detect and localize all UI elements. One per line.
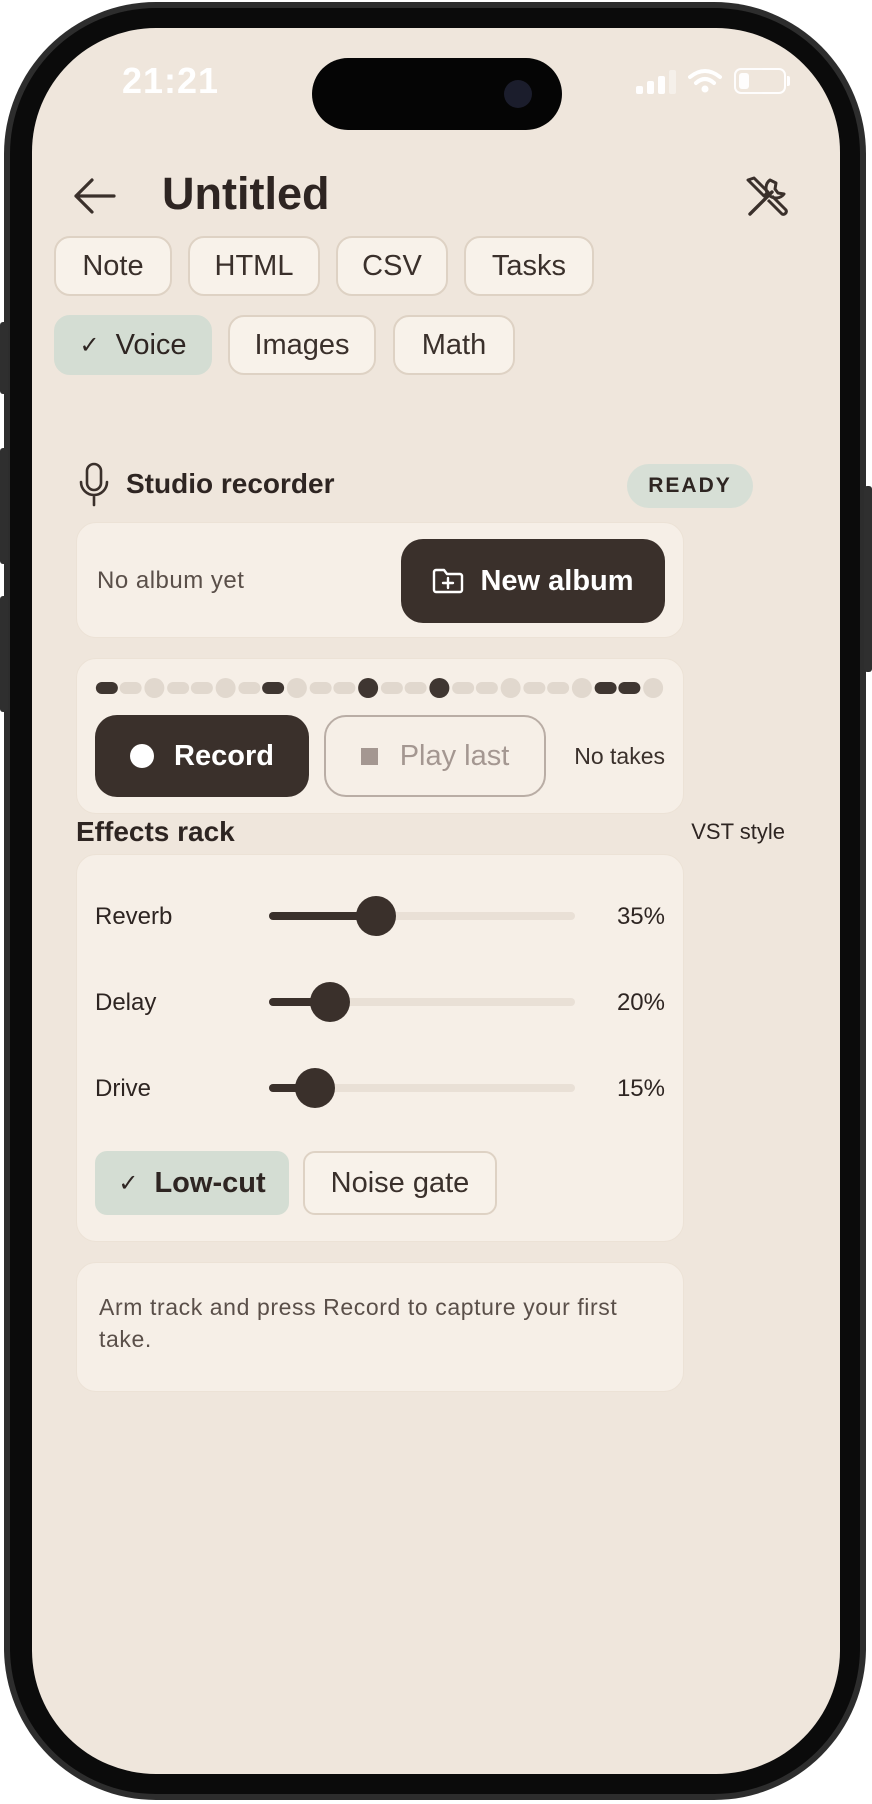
slider-label: Drive (95, 1075, 152, 1102)
wifi-icon (688, 69, 722, 93)
effects-title: Effects rack (76, 816, 235, 847)
effects-card: Reverb 35% Delay 20% Drive 15% ✓ Low-cut… (76, 854, 684, 1242)
tab-label: Voice (115, 328, 187, 361)
tab-label: HTML (214, 249, 294, 282)
battery-icon (734, 68, 790, 94)
new-album-button[interactable]: New album (401, 539, 665, 623)
meter-segment (144, 678, 165, 698)
album-card: No album yet New album (76, 522, 684, 638)
meter-segment (475, 682, 498, 694)
album-status: No album yet (97, 567, 245, 594)
page-title: Untitled (162, 168, 330, 219)
check-icon: ✓ (118, 1169, 139, 1197)
meter-segment (309, 682, 332, 694)
folder-plus-icon (433, 568, 464, 594)
tab-csv[interactable]: CSV (336, 236, 448, 296)
meter-segment (429, 678, 450, 698)
meter-segment (190, 682, 213, 694)
meter-segment (380, 682, 403, 694)
tab-images[interactable]: Images (228, 315, 376, 375)
dynamic-island (312, 58, 562, 130)
meter-segment (547, 682, 570, 694)
back-arrow-icon[interactable] (70, 176, 116, 216)
meter-segment (286, 678, 307, 698)
meter-segment (500, 678, 521, 698)
slider-knob[interactable] (294, 1068, 335, 1108)
meter-segment (358, 678, 379, 698)
status-icons (636, 68, 790, 94)
slider-reverb[interactable]: Reverb 35% (95, 891, 665, 941)
record-dot-icon (130, 744, 155, 768)
slider-value: 35% (616, 903, 665, 930)
waveform-meter (95, 678, 664, 698)
meter-segment (333, 682, 356, 694)
tab-label: Tasks (491, 249, 567, 282)
slider-label: Delay (95, 989, 157, 1016)
tab-tasks[interactable]: Tasks (464, 236, 594, 296)
side-button-action (0, 322, 8, 394)
meter-segment (571, 678, 592, 698)
record-button[interactable]: Record (95, 715, 309, 797)
slider-track[interactable] (269, 896, 575, 936)
tab-voice[interactable]: ✓ Voice (54, 315, 212, 375)
tools-icon[interactable] (742, 172, 792, 222)
slider-drive[interactable]: Drive 15% (95, 1063, 665, 1113)
microphone-icon (79, 462, 109, 507)
toggle-label: Low-cut (154, 1166, 266, 1199)
slider-value: 15% (616, 1075, 665, 1102)
status-badge: READY (627, 464, 753, 508)
slider-delay[interactable]: Delay 20% (95, 977, 665, 1027)
meter-segment (215, 678, 236, 698)
tab-label: CSV (362, 249, 422, 282)
meter-segment (643, 678, 664, 698)
play-last-button[interactable]: Play last (324, 715, 546, 797)
meter-segment (594, 682, 617, 694)
noise-gate-toggle[interactable]: Noise gate (303, 1151, 497, 1215)
meter-segment (452, 682, 475, 694)
tab-label: Note (82, 249, 144, 282)
slider-knob[interactable] (310, 982, 351, 1022)
tab-math[interactable]: Math (393, 315, 515, 375)
tab-html[interactable]: HTML (188, 236, 320, 296)
tab-label: Math (421, 328, 487, 361)
toggle-label: Noise gate (330, 1166, 470, 1199)
effects-style-label: VST style (691, 819, 785, 844)
slider-track[interactable] (269, 1068, 575, 1108)
tab-label: Images (254, 328, 350, 361)
status-time: 21:21 (122, 60, 220, 101)
hint-text: Arm track and press Record to capture yo… (99, 1294, 618, 1352)
tab-note[interactable]: Note (54, 236, 172, 296)
recorder-title: Studio recorder (126, 468, 335, 499)
new-album-label: New album (480, 564, 634, 597)
meter-segment (262, 682, 285, 694)
meter-segment (167, 682, 190, 694)
meter-segment (119, 682, 142, 694)
meter-segment (523, 682, 546, 694)
hint-card: Arm track and press Record to capture yo… (76, 1262, 684, 1392)
meter-segment (95, 682, 118, 694)
slider-value: 20% (616, 989, 665, 1016)
slider-label: Reverb (95, 903, 173, 930)
slider-track[interactable] (269, 982, 575, 1022)
side-button-volume-down (0, 596, 8, 712)
stop-square-icon (360, 747, 378, 765)
meter-segment (238, 682, 261, 694)
takes-count: No takes (574, 743, 665, 769)
signal-icon (636, 68, 676, 94)
play-last-label: Play last (399, 739, 510, 772)
side-button-volume-up (0, 448, 8, 564)
low-cut-toggle[interactable]: ✓ Low-cut (95, 1151, 289, 1215)
slider-knob[interactable] (356, 896, 397, 936)
meter-segment (404, 682, 427, 694)
check-icon: ✓ (79, 331, 100, 359)
header: Untitled (32, 158, 840, 238)
record-label: Record (174, 739, 274, 772)
record-card: Record Play last No takes (76, 658, 684, 814)
meter-segment (618, 682, 641, 694)
side-button-power (864, 486, 872, 672)
screen: 21:21 Untitled Note HTML CSV Tasks ✓ Voi… (32, 28, 840, 1774)
